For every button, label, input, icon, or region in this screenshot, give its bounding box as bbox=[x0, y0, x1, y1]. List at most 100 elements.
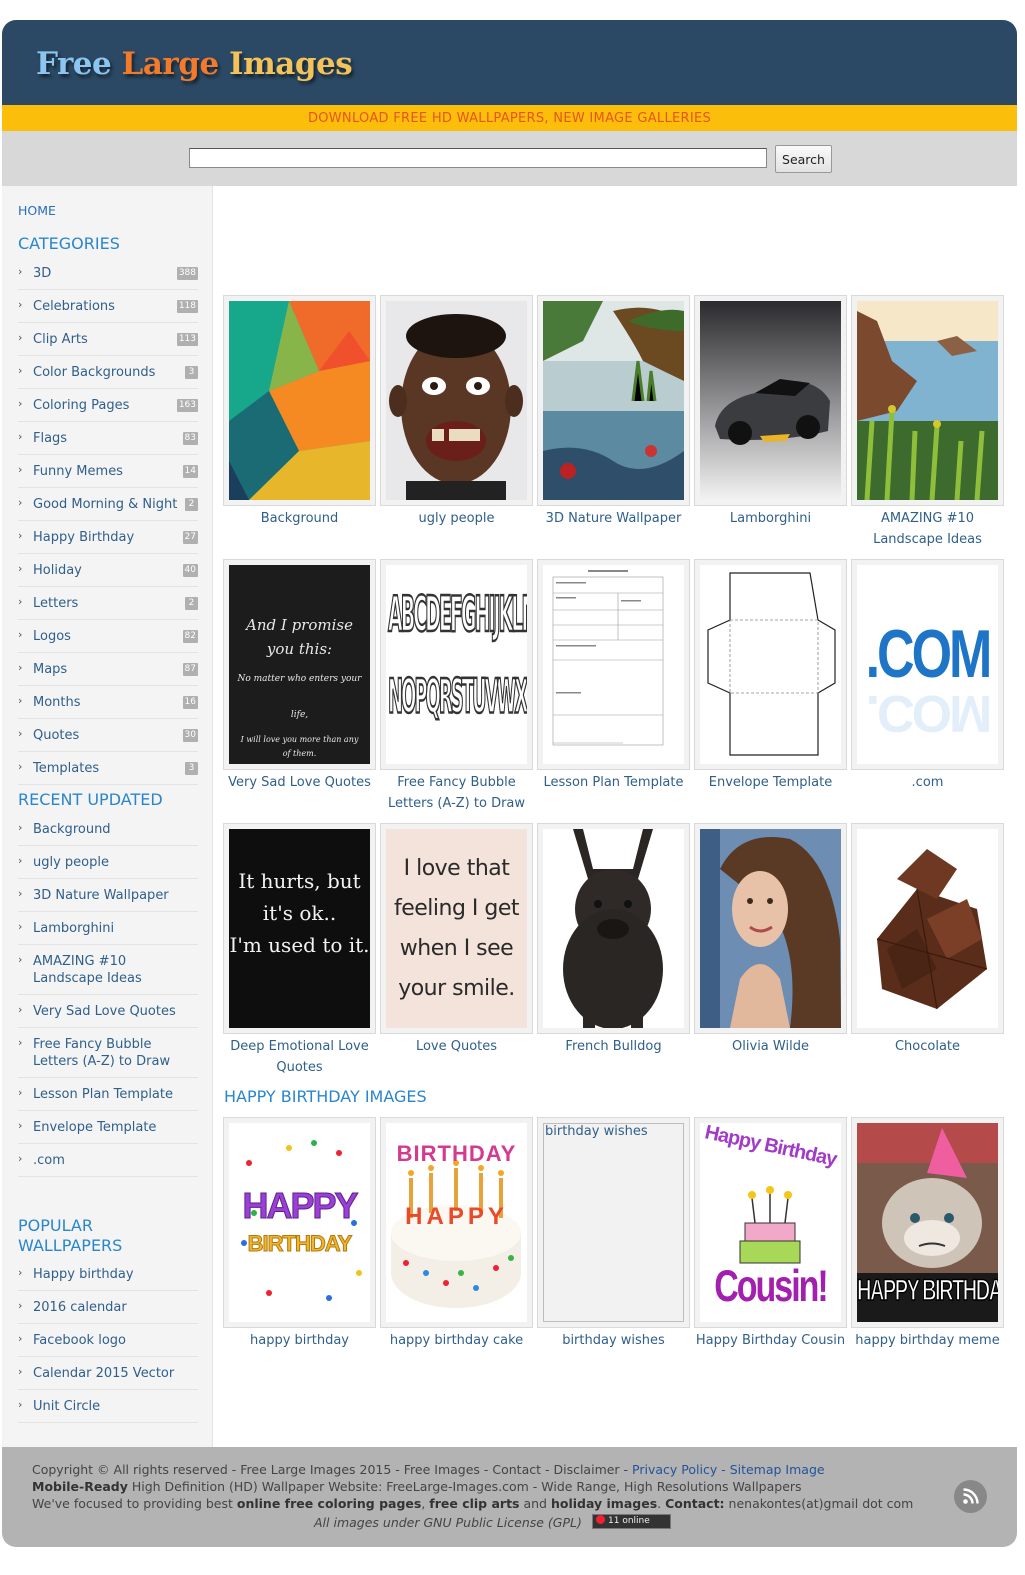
sidebar-item[interactable]: › Lesson Plan Template bbox=[18, 1078, 198, 1111]
sidebar-item[interactable]: › Happy birthday bbox=[18, 1258, 198, 1291]
sidebar-item[interactable]: › Unit Circle bbox=[18, 1390, 198, 1423]
search-button[interactable]: Search bbox=[775, 145, 832, 173]
thumbnail-frame[interactable]: I love that feeling I get when I see you… bbox=[380, 823, 533, 1034]
thumbnail-frame[interactable] bbox=[694, 559, 847, 770]
sidebar-item[interactable]: › Maps 87 bbox=[18, 653, 198, 686]
sidebar-item[interactable]: › Quotes 30 bbox=[18, 719, 198, 752]
gallery-caption[interactable]: ugly people bbox=[375, 508, 538, 529]
sidebar-item-label[interactable]: ugly people bbox=[33, 854, 193, 871]
thumbnail-frame[interactable] bbox=[694, 295, 847, 506]
thumbnail-frame[interactable]: HAPPY BIRTHDAY bbox=[223, 1117, 376, 1328]
sidebar-item-label[interactable]: Color Backgrounds bbox=[33, 364, 193, 381]
sidebar-item[interactable]: › Months 16 bbox=[18, 686, 198, 719]
thumbnail-frame[interactable] bbox=[851, 823, 1004, 1034]
sidebar-item-label[interactable]: Holiday bbox=[33, 562, 193, 579]
sidebar-item[interactable]: › 2016 calendar bbox=[18, 1291, 198, 1324]
privacy-policy-link[interactable]: Privacy Policy bbox=[632, 1462, 717, 1477]
gallery-caption[interactable]: French Bulldog bbox=[532, 1036, 695, 1057]
search-input[interactable] bbox=[189, 148, 767, 168]
gallery-caption[interactable]: Very Sad Love Quotes bbox=[218, 772, 381, 793]
gallery-caption[interactable]: Deep Emotional Love Quotes bbox=[218, 1036, 381, 1078]
thumbnail-frame[interactable] bbox=[537, 823, 690, 1034]
sidebar-item[interactable]: › Funny Memes 14 bbox=[18, 455, 198, 488]
sidebar-item-label[interactable]: Letters bbox=[33, 595, 193, 612]
gallery-caption[interactable]: Happy Birthday Cousin bbox=[689, 1330, 852, 1351]
gallery-caption[interactable]: Chocolate bbox=[846, 1036, 1009, 1057]
sidebar-item-label[interactable]: Free Fancy Bubble Letters (A-Z) to Draw bbox=[33, 1036, 193, 1070]
sidebar-item[interactable]: › Facebook logo bbox=[18, 1324, 198, 1357]
sidebar-item[interactable]: › Clip Arts 113 bbox=[18, 323, 198, 356]
sidebar-item-label[interactable]: Very Sad Love Quotes bbox=[33, 1003, 193, 1020]
thumbnail-frame[interactable] bbox=[537, 559, 690, 770]
gallery-caption[interactable]: happy birthday cake bbox=[375, 1330, 538, 1351]
sidebar-item-label[interactable]: 3D Nature Wallpaper bbox=[33, 887, 193, 904]
sidebar-item-label[interactable]: Months bbox=[33, 694, 193, 711]
gallery-caption[interactable]: Love Quotes bbox=[375, 1036, 538, 1057]
gallery-caption[interactable]: Lamborghini bbox=[689, 508, 852, 529]
sidebar-item-label[interactable]: Unit Circle bbox=[33, 1398, 193, 1415]
sidebar-item-label[interactable]: Quotes bbox=[33, 727, 193, 744]
sidebar-item-label[interactable]: Funny Memes bbox=[33, 463, 193, 480]
sidebar-item-label[interactable]: Coloring Pages bbox=[33, 397, 193, 414]
sidebar-item[interactable]: › Happy Birthday 27 bbox=[18, 521, 198, 554]
online-counter-badge[interactable]: 11 online bbox=[592, 1514, 671, 1529]
sidebar-item[interactable]: › Very Sad Love Quotes bbox=[18, 995, 198, 1028]
sidebar-item-label[interactable]: Maps bbox=[33, 661, 193, 678]
thumbnail-frame[interactable] bbox=[851, 295, 1004, 506]
sidebar-item[interactable]: › 3D Nature Wallpaper bbox=[18, 879, 198, 912]
thumbnail-frame[interactable]: HAPPY BIRTHDAY bbox=[851, 1117, 1004, 1328]
sidebar-item-label[interactable]: Lesson Plan Template bbox=[33, 1086, 193, 1103]
gallery-caption[interactable]: .com bbox=[846, 772, 1009, 793]
sidebar-item-label[interactable]: Lamborghini bbox=[33, 920, 193, 937]
site-logo[interactable]: Free Large Images bbox=[36, 46, 353, 82]
gallery-caption[interactable]: AMAZING #10 Landscape Ideas bbox=[846, 508, 1009, 550]
sidebar-item[interactable]: › Good Morning & Night 2 bbox=[18, 488, 198, 521]
sidebar-item[interactable]: › Holiday 40 bbox=[18, 554, 198, 587]
gallery-caption[interactable]: Background bbox=[218, 508, 381, 529]
thumbnail-frame[interactable]: birthday wishes bbox=[537, 1117, 690, 1328]
gallery-caption[interactable]: Free Fancy Bubble Letters (A-Z) to Draw bbox=[375, 772, 538, 814]
sidebar-item[interactable]: › Lamborghini bbox=[18, 912, 198, 945]
thumbnail-frame[interactable]: BIRTHDAY HAPPY bbox=[380, 1117, 533, 1328]
thumbnail-frame[interactable]: It hurts, but it's ok.. I'm used to it. bbox=[223, 823, 376, 1034]
sidebar-item-label[interactable]: Envelope Template bbox=[33, 1119, 193, 1136]
sidebar-item-label[interactable]: .com bbox=[33, 1152, 193, 1169]
sidebar-item[interactable]: › ugly people bbox=[18, 846, 198, 879]
sidebar-item[interactable]: › Color Backgrounds 3 bbox=[18, 356, 198, 389]
sidebar-item[interactable]: › Free Fancy Bubble Letters (A-Z) to Draw bbox=[18, 1028, 198, 1078]
sidebar-item-label[interactable]: Happy birthday bbox=[33, 1266, 193, 1283]
sidebar-item[interactable]: › Templates 3 bbox=[18, 752, 198, 785]
thumbnail-frame[interactable]: And I promise you this: No matter who en… bbox=[223, 559, 376, 770]
thumbnail-frame[interactable]: ABCDEFGHIJKLM NOPQRSTUVWXYZ bbox=[380, 559, 533, 770]
sidebar-item[interactable]: › Letters 2 bbox=[18, 587, 198, 620]
sidebar-item-label[interactable]: Clip Arts bbox=[33, 331, 193, 348]
thumbnail-frame[interactable] bbox=[223, 295, 376, 506]
thumbnail-frame[interactable] bbox=[537, 295, 690, 506]
sidebar-item-label[interactable]: Templates bbox=[33, 760, 193, 777]
sidebar-item-label[interactable]: Calendar 2015 Vector bbox=[33, 1365, 193, 1382]
gallery-caption[interactable]: happy birthday meme bbox=[846, 1330, 1009, 1351]
sidebar-item-label[interactable]: 3D bbox=[33, 265, 193, 282]
sidebar-item[interactable]: › Envelope Template bbox=[18, 1111, 198, 1144]
thumbnail-frame[interactable]: .COM .COM bbox=[851, 559, 1004, 770]
sidebar-item-label[interactable]: Good Morning & Night bbox=[33, 496, 193, 513]
thumbnail-frame[interactable]: Happy Birthday Cousin! bbox=[694, 1117, 847, 1328]
gallery-caption[interactable]: birthday wishes bbox=[532, 1330, 695, 1351]
sidebar-item[interactable]: › Celebrations 118 bbox=[18, 290, 198, 323]
sidebar-item[interactable]: › 3D 388 bbox=[18, 257, 198, 290]
gallery-caption[interactable]: Lesson Plan Template bbox=[532, 772, 695, 793]
gallery-caption[interactable]: 3D Nature Wallpaper bbox=[532, 508, 695, 529]
gallery-caption[interactable]: Envelope Template bbox=[689, 772, 852, 793]
sidebar-item[interactable]: › Flags 83 bbox=[18, 422, 198, 455]
sidebar-item-label[interactable]: Celebrations bbox=[33, 298, 193, 315]
gallery-caption[interactable]: happy birthday bbox=[218, 1330, 381, 1351]
gallery-caption[interactable]: Olivia Wilde bbox=[689, 1036, 852, 1057]
thumbnail-frame[interactable] bbox=[694, 823, 847, 1034]
sidebar-item-label[interactable]: AMAZING #10 Landscape Ideas bbox=[33, 953, 193, 987]
home-link[interactable]: HOME bbox=[18, 203, 56, 218]
sidebar-item[interactable]: › Logos 82 bbox=[18, 620, 198, 653]
rss-button[interactable] bbox=[954, 1480, 987, 1513]
sidebar-item[interactable]: › Background bbox=[18, 813, 198, 846]
sidebar-item-label[interactable]: Happy Birthday bbox=[33, 529, 193, 546]
sidebar-item-label[interactable]: Facebook logo bbox=[33, 1332, 193, 1349]
